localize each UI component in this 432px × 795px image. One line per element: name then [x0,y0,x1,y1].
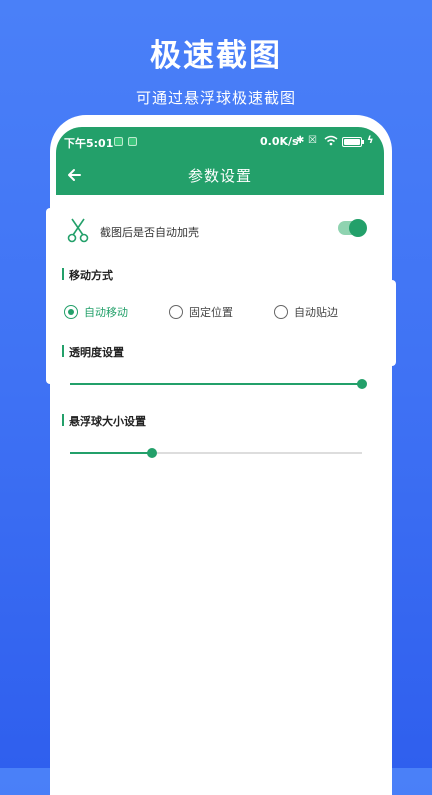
radio-auto-snap-edge[interactable]: 自动贴边 [274,303,338,321]
slider-fill [70,452,152,454]
status-time: 下午5:01 [64,137,114,150]
radio-checked-icon [64,305,78,319]
sim-x-icon: ☒ [308,135,317,146]
radio-label: 自动移动 [84,306,128,319]
radio-fixed-position[interactable]: 固定位置 [169,303,233,321]
move-mode-title: 移动方式 [62,267,113,283]
slider-thumb[interactable] [146,448,157,458]
opacity-slider[interactable] [70,378,367,390]
radio-label: 自动贴边 [294,306,338,319]
status-bar: 下午5:01 0.0K/s ✱ ☒ ϟ [56,132,384,152]
scissors-icon [66,216,90,248]
slider-thumb[interactable] [357,379,367,389]
auto-shell-label: 截图后是否自动加壳 [100,226,199,239]
ball-size-title: 悬浮球大小设置 [62,413,146,429]
app-header: 下午5:01 0.0K/s ✱ ☒ ϟ 参数设置 [56,127,384,195]
promo-subtitle: 可通过悬浮球极速截图 [135,89,296,107]
charging-icon: ϟ [367,135,374,146]
radio-unchecked-icon [169,305,183,319]
radio-auto-move[interactable]: 自动移动 [64,303,128,321]
ball-size-slider[interactable] [70,447,362,459]
battery-icon [342,137,364,147]
toolbar: 参数设置 [56,157,384,195]
move-mode-options: 自动移动 固定位置 自动贴边 [56,303,384,323]
auto-shell-row: 截图后是否自动加壳 [56,209,384,253]
auto-shell-toggle[interactable] [338,219,367,237]
phone-side-tab-right [386,280,396,366]
radio-unchecked-icon [274,305,288,319]
status-net-speed: 0.0K/s [260,135,299,148]
app-screen: 下午5:01 0.0K/s ✱ ☒ ϟ 参数设置 截图后是否自动加壳 移动方式 … [56,127,384,768]
opacity-title: 透明度设置 [62,344,124,360]
promo-title: 极速截图 [150,38,282,74]
page-title: 参数设置 [187,167,252,185]
app-notification-icon [114,137,123,146]
bluetooth-icon: ✱ [296,135,305,146]
wifi-icon [324,135,338,149]
app-notification-icon [128,137,137,146]
slider-fill [70,383,362,385]
radio-label: 固定位置 [189,306,233,319]
phone-side-tab-left [46,208,56,384]
toggle-knob [349,219,367,237]
